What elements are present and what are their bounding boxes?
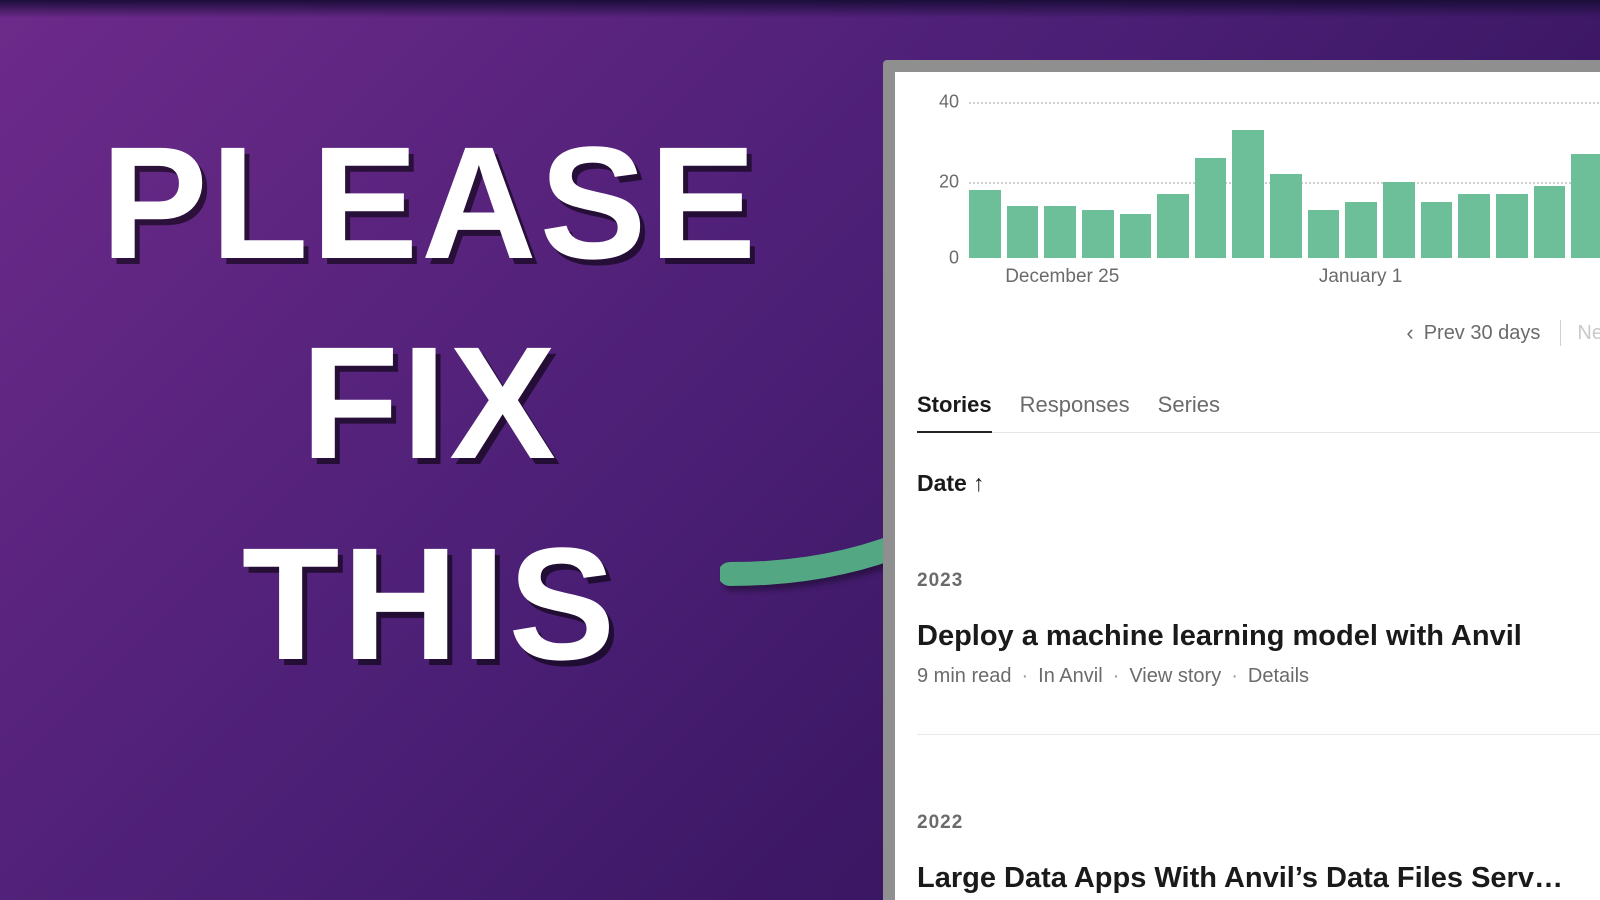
- prev-30-days-button[interactable]: Prev 30 days: [1424, 322, 1541, 345]
- sort-by-date[interactable]: Date ↑: [917, 470, 984, 497]
- year-heading-2022: 2022: [917, 812, 963, 834]
- xtick-label: December 25: [1005, 266, 1119, 288]
- bar[interactable]: [1007, 206, 1039, 258]
- story-title[interactable]: Deploy a machine learning model with Anv…: [917, 620, 1600, 653]
- year-heading-2023: 2023: [917, 570, 963, 592]
- date-range-pager: ‹ Prev 30 days Ne: [1406, 320, 1600, 346]
- bar[interactable]: [1534, 186, 1566, 258]
- separator-dot: ·: [1022, 665, 1029, 688]
- xtick-label: January 1: [1319, 266, 1402, 288]
- tab-series[interactable]: Series: [1158, 392, 1220, 418]
- headline-line-3: THIS: [90, 521, 770, 687]
- stats-panel-frame: 40 20 0 December 25 January 1 ‹ Prev 30 …: [883, 60, 1600, 900]
- details-link[interactable]: Details: [1248, 665, 1309, 688]
- ytick-label: 0: [949, 248, 959, 269]
- bar[interactable]: [1195, 158, 1227, 258]
- bar[interactable]: [1458, 194, 1490, 258]
- sort-label: Date: [917, 470, 967, 497]
- ytick-label: 20: [939, 172, 959, 193]
- bar[interactable]: [1044, 206, 1076, 258]
- tab-stories[interactable]: Stories: [917, 392, 992, 418]
- bar[interactable]: [1421, 202, 1453, 258]
- publication-link[interactable]: In Anvil: [1038, 665, 1102, 688]
- bar[interactable]: [1232, 130, 1264, 258]
- view-story-link[interactable]: View story: [1129, 665, 1221, 688]
- bar[interactable]: [1270, 174, 1302, 258]
- read-time: 9 min read: [917, 665, 1012, 688]
- headline: PLEASE FIX THIS: [90, 120, 770, 721]
- stats-panel: 40 20 0 December 25 January 1 ‹ Prev 30 …: [895, 72, 1600, 900]
- bar[interactable]: [1571, 154, 1600, 258]
- row-divider: [917, 734, 1600, 735]
- story-row: Deploy a machine learning model with Anv…: [917, 620, 1600, 688]
- bar[interactable]: [1383, 182, 1415, 258]
- story-row: Large Data Apps With Anvil’s Data Files …: [917, 862, 1600, 900]
- xticks: December 25 January 1: [969, 266, 1600, 294]
- views-chart: 40 20 0 December 25 January 1: [895, 72, 1600, 302]
- headline-line-1: PLEASE: [90, 120, 770, 286]
- pager-divider: [1560, 320, 1561, 346]
- headline-line-2: FIX: [90, 320, 770, 486]
- bar[interactable]: [1120, 214, 1152, 258]
- bars-row: [969, 98, 1600, 258]
- separator-dot: ·: [1231, 665, 1238, 688]
- thumbnail-stage: PLEASE FIX THIS 40 20 0 December 25 Janu…: [0, 0, 1600, 900]
- arrow-up-icon: ↑: [973, 470, 985, 497]
- tabs: Stories Responses Series: [917, 392, 1600, 433]
- chevron-left-icon[interactable]: ‹: [1406, 320, 1413, 346]
- tab-responses[interactable]: Responses: [1020, 392, 1130, 418]
- separator-dot: ·: [1113, 665, 1120, 688]
- story-title[interactable]: Large Data Apps With Anvil’s Data Files …: [917, 862, 1600, 895]
- next-30-days-button[interactable]: Ne: [1577, 322, 1600, 345]
- story-meta: 9 min read · In Anvil · View story · Det…: [917, 665, 1600, 688]
- bar[interactable]: [1496, 194, 1528, 258]
- ytick-label: 40: [939, 92, 959, 113]
- bar[interactable]: [1082, 210, 1114, 258]
- bar[interactable]: [1345, 202, 1377, 258]
- bar[interactable]: [1157, 194, 1189, 258]
- bar[interactable]: [969, 190, 1001, 258]
- bar[interactable]: [1308, 210, 1340, 258]
